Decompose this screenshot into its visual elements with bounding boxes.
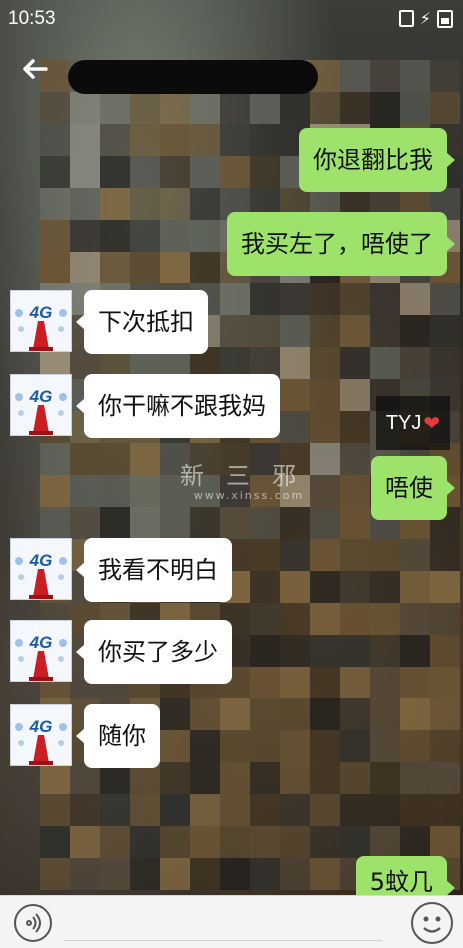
message-bubble-outgoing[interactable]: 你退翻比我 [299,128,455,192]
watermark-title: 新三邪 [180,462,318,490]
emoji-icon [423,916,441,933]
message-bubble-incoming[interactable]: 随你 [76,704,160,768]
avatar-4g-image: 4G [11,539,71,599]
site-watermark: 新三邪 www.xinss.com [180,456,318,502]
contact-avatar[interactable]: 4G [10,620,72,682]
overlay-name-tag: TYJ ❤ [376,396,450,450]
message-bubble-incoming[interactable]: 下次抵扣 [76,290,208,354]
back-arrow-icon[interactable] [18,52,52,86]
emoji-button[interactable] [411,902,453,944]
contact-avatar[interactable]: 4G [10,374,72,436]
voice-icon [26,913,41,933]
message-input[interactable] [64,904,382,941]
contact-avatar[interactable]: 4G [10,538,72,600]
status-icons: ⚡ [398,9,453,28]
overlay-tag-text: TYJ [385,411,422,434]
status-bar: 10:53 ⚡ [0,0,463,38]
screen-icon [398,10,414,27]
charging-icon: ⚡ [419,9,431,28]
svg-text:4G: 4G [29,387,53,406]
voice-button[interactable] [14,904,52,942]
avatar-4g-image: 4G [11,291,71,351]
status-time: 10:53 [8,8,56,29]
message-bubble-incoming[interactable]: 我看不明白 [76,538,232,602]
contact-avatar[interactable]: 4G [10,290,72,352]
svg-text:4G: 4G [29,633,53,652]
redacted-chat-title [68,60,318,94]
message-bubble-incoming[interactable]: 你买了多少 [76,620,232,684]
message-bubble-outgoing[interactable]: 我买左了，唔使了 [227,212,455,276]
avatar-4g-image: 4G [11,621,71,681]
avatar-4g-image: 4G [11,705,71,765]
svg-text:4G: 4G [29,303,53,322]
contact-avatar[interactable]: 4G [10,704,72,766]
avatar-4g-image: 4G [11,375,71,435]
message-bubble-outgoing[interactable]: 唔使 [371,456,455,520]
chat-header [0,38,463,104]
svg-text:4G: 4G [29,551,53,570]
battery-icon [437,9,453,28]
message-bubble-incoming[interactable]: 你干嘛不跟我妈 [76,374,280,438]
message-bubble-outgoing[interactable]: 5蚊几 [355,856,456,896]
input-toolbar [0,895,463,948]
heart-icon: ❤ [423,412,441,435]
svg-text:4G: 4G [29,717,53,736]
watermark-url: www.xinss.com [193,489,305,502]
